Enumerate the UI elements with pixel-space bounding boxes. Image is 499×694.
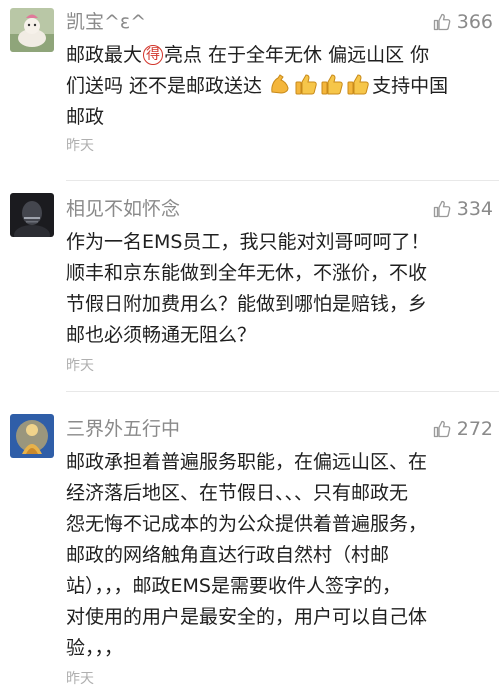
comment-text-line: 作为一名EMS员工，我只能对刘哥呵呵了！ bbox=[66, 231, 430, 253]
like-count: 334 bbox=[456, 198, 493, 220]
comment-text-segment: 亮点 在于全年无休 偏远山区 你 bbox=[164, 44, 430, 66]
flexed-biceps-emoji-icon bbox=[268, 72, 292, 96]
comment-text-line: 邮政承担着普遍服务职能，在偏远山区、在 bbox=[66, 451, 428, 473]
de-badge: 得 bbox=[143, 45, 164, 65]
username[interactable]: 相见不如怀念 bbox=[66, 197, 180, 221]
thumbs-up-emoji-icon bbox=[294, 72, 318, 96]
thumbs-up-icon bbox=[433, 200, 451, 218]
comment-text-line: 对使用的用户是最安全的，用户可以自己体 bbox=[66, 606, 428, 628]
comment-text: 邮政最大得亮点 在于全年无休 偏远山区 你 们送吗 还不是邮政送达 支持中国 邮… bbox=[66, 40, 494, 133]
comment-text-segment: 们送吗 还不是邮政送达 bbox=[66, 75, 263, 97]
like-button[interactable]: 272 bbox=[433, 417, 493, 441]
comment-item: 相见不如怀念 334 作为一名EMS员工，我只能对刘哥呵呵了！ 顺丰和京东能做到… bbox=[0, 181, 499, 391]
comment-text-segment: 邮政最大 bbox=[66, 44, 143, 66]
thumbs-up-icon bbox=[433, 420, 451, 438]
username[interactable]: 三界外五行中 bbox=[66, 417, 180, 441]
like-button[interactable]: 334 bbox=[433, 197, 493, 221]
comment-text-line: 节假日附加费用么？能做到哪怕是赔钱，乡 bbox=[66, 293, 428, 315]
comment-text: 作为一名EMS员工，我只能对刘哥呵呵了！ 顺丰和京东能做到全年无休，不涨价，不收… bbox=[66, 227, 494, 351]
comment-text-line: 邮政 bbox=[66, 106, 105, 128]
comment-item: 凯宝^ε^ 366 邮政最大得亮点 在于全年无休 偏远山区 你 们送吗 还不是邮… bbox=[0, 0, 499, 180]
thumbs-up-emoji-icon bbox=[320, 72, 344, 96]
avatar[interactable] bbox=[10, 414, 54, 458]
comment-text-line: 顺丰和京东能做到全年无休，不涨价，不收 bbox=[66, 262, 428, 284]
avatar[interactable] bbox=[10, 193, 54, 237]
comment-text-line: 验，，， bbox=[66, 637, 124, 659]
comment-text: 邮政承担着普遍服务职能，在偏远山区、在 经济落后地区、在节假日、、、只有邮政无 … bbox=[66, 447, 494, 664]
comment-text-segment: 支持中国 bbox=[372, 75, 449, 97]
comment-text-line: 怨无悔不记成本的为公众提供着普遍服务， bbox=[66, 513, 428, 535]
comment-item: 三界外五行中 272 邮政承担着普遍服务职能，在偏远山区、在 经济落后地区、在节… bbox=[0, 392, 499, 694]
avatar[interactable] bbox=[10, 8, 54, 52]
comment-text-line: 邮政的网络触角直达行政自然村（村邮 bbox=[66, 544, 390, 566]
comment-text-line: 邮也必须畅通无阻么？ bbox=[66, 324, 257, 346]
username[interactable]: 凯宝^ε^ bbox=[66, 10, 146, 34]
timestamp: 昨天 bbox=[66, 138, 94, 154]
thumbs-up-icon bbox=[433, 13, 451, 31]
timestamp: 昨天 bbox=[66, 358, 94, 374]
like-count: 272 bbox=[456, 418, 493, 440]
like-count: 366 bbox=[456, 11, 493, 33]
thumbs-up-emoji-icon bbox=[346, 72, 370, 96]
timestamp: 昨天 bbox=[66, 671, 94, 687]
comment-text-line: 经济落后地区、在节假日、、、只有邮政无 bbox=[66, 482, 409, 504]
comment-text-line: 站），，，邮政EMS是需要收件人签字的， bbox=[66, 575, 401, 597]
like-button[interactable]: 366 bbox=[433, 10, 493, 34]
